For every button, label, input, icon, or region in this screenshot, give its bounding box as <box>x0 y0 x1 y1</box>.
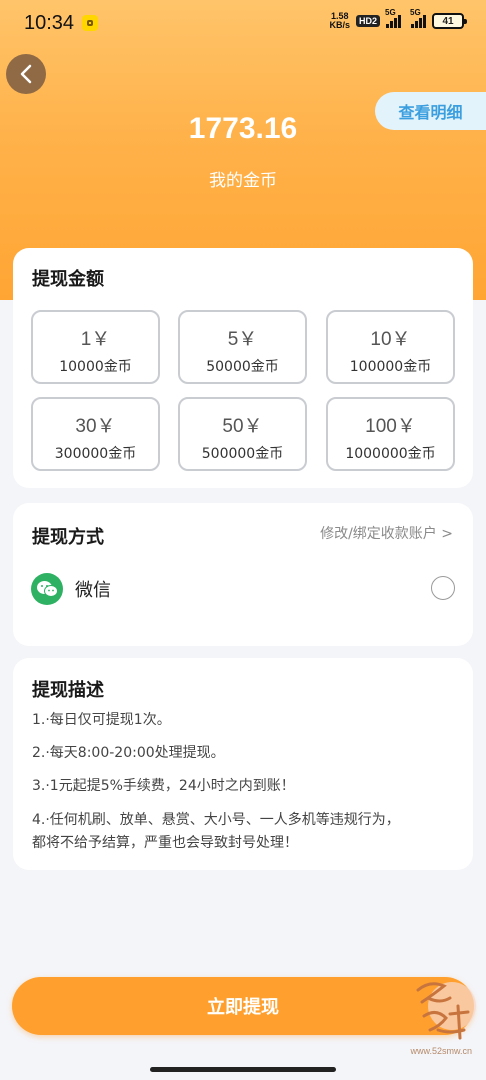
withdraw-amount-card: 提现金额 1￥ 10000金币 5￥ 50000金币 10￥ 100000金币 … <box>13 248 473 488</box>
description-line-5: 都将不给予结算，严重也会导致封号处理！ <box>32 835 298 851</box>
status-bar: 10:34 1.58 KB/s HD2 5G 5G 41 <box>0 0 486 46</box>
battery-icon: 41 <box>432 13 467 29</box>
status-time: 10:34 <box>24 11 75 34</box>
notification-icon <box>82 15 99 31</box>
network-speed: 1.58 KB/s <box>329 11 350 30</box>
description-line-1: 1.·每日仅可提现1次。 <box>32 712 171 728</box>
coin-balance-label: 我的金币 <box>209 171 277 191</box>
signal-icon: 5G <box>385 8 401 28</box>
signal-icon-2: 5G <box>410 8 426 28</box>
wechat-icon <box>31 573 63 605</box>
withdraw-method-title: 提现方式 <box>32 527 104 548</box>
description-line-4: 4.·任何机刷、放单、悬赏、大小号、一人多机等违规行为， <box>32 812 400 828</box>
amount-option-1[interactable]: 1￥ 10000金币 <box>31 310 160 384</box>
wechat-label: 微信 <box>75 580 111 601</box>
amount-option-5[interactable]: 5￥ 50000金币 <box>178 310 307 384</box>
home-indicator[interactable] <box>150 1067 336 1072</box>
amount-option-50[interactable]: 50￥ 500000金币 <box>178 397 307 471</box>
back-button[interactable] <box>6 54 46 94</box>
coin-balance: 1773.16 <box>188 112 298 145</box>
withdraw-description-title: 提现描述 <box>32 680 104 701</box>
watermark-url: www.52smw.cn <box>410 1046 472 1056</box>
hd-badge: HD2 <box>355 15 380 27</box>
amount-option-100[interactable]: 100￥ 1000000金币 <box>326 397 455 471</box>
wechat-radio[interactable] <box>431 576 455 600</box>
withdraw-amount-title: 提现金额 <box>32 269 104 290</box>
description-line-2: 2.·每天8:00-20:00处理提现。 <box>32 745 225 761</box>
withdraw-description-card: 提现描述 1.·每日仅可提现1次。 2.·每天8:00-20:00处理提现。 3… <box>13 658 473 870</box>
amount-option-30[interactable]: 30￥ 300000金币 <box>31 397 160 471</box>
withdraw-now-button[interactable]: 立即提现 <box>12 977 474 1035</box>
description-line-3: 3.·1元起提5%手续费，24小时之内到账！ <box>32 778 295 794</box>
modify-account-link[interactable]: 修改/绑定收款账户 > <box>320 523 453 543</box>
watermark-logo <box>416 982 476 1040</box>
amount-option-10[interactable]: 10￥ 100000金币 <box>326 310 455 384</box>
chevron-left-icon <box>20 64 32 84</box>
withdraw-method-card: 提现方式 修改/绑定收款账户 > 微信 <box>13 503 473 646</box>
